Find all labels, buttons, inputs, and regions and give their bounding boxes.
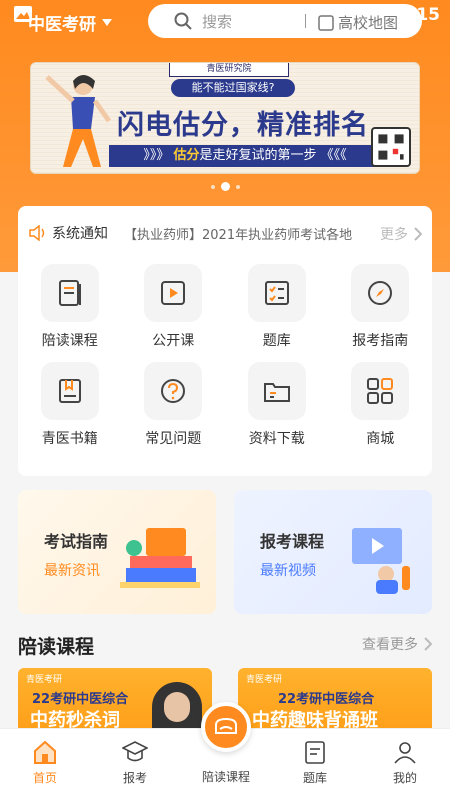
map-icon bbox=[318, 14, 334, 31]
illustration-person bbox=[45, 75, 112, 167]
tab-mine[interactable]: 我的 bbox=[370, 739, 440, 786]
books-icon bbox=[40, 362, 99, 420]
grid-item-shop[interactable]: 商城 bbox=[330, 362, 430, 448]
folder-icon bbox=[247, 362, 306, 420]
notice-message[interactable]: 【执业药师】2021年执业药师考试各地 bbox=[124, 224, 354, 243]
quick-access-card: 系统通知 【执业药师】2021年执业药师考试各地 更多 陪读课程 公开课 题库 bbox=[18, 206, 432, 476]
promo-banner[interactable]: 青医研究院 能不能过国家线? 闪电估分，精准排名 》》》 估分是走好复试的第一步… bbox=[30, 62, 420, 174]
compass-icon bbox=[351, 264, 410, 322]
promo-card-exam-guide[interactable]: 考试指南 最新资讯 bbox=[18, 490, 216, 614]
promo-title: 报考课程 bbox=[260, 532, 325, 551]
checklist-icon bbox=[247, 264, 306, 322]
grid-label: 常见问题 bbox=[145, 431, 202, 447]
banner-sub-prefix: 》》》 bbox=[143, 148, 170, 163]
speaker-icon bbox=[29, 225, 45, 241]
video-illustration bbox=[352, 528, 410, 594]
question-icon bbox=[144, 362, 203, 420]
pagination-dot-active[interactable] bbox=[220, 182, 230, 191]
system-notice[interactable]: 系统通知 【执业药师】2021年执业药师考试各地 更多 bbox=[28, 222, 422, 244]
banner-headline: 闪电估分，精准排名 bbox=[117, 110, 369, 141]
search-icon bbox=[174, 12, 192, 30]
promo-subtitle: 最新视频 bbox=[260, 563, 316, 579]
banner-tag: 能不能过国家线? bbox=[171, 79, 295, 97]
pagination-dot[interactable] bbox=[235, 184, 240, 189]
promo-card-courses[interactable]: 报考课程 最新视频 bbox=[234, 490, 432, 614]
section-title: 陪读课程 bbox=[18, 636, 95, 658]
course-line1: 22考研中医综合 bbox=[278, 692, 375, 707]
chevron-right-icon bbox=[424, 637, 432, 651]
document-icon bbox=[305, 741, 325, 764]
user-icon bbox=[394, 742, 416, 764]
tab-home[interactable]: 首页 bbox=[10, 739, 80, 786]
school-map-button[interactable]: 高校地图 bbox=[318, 12, 398, 33]
notice-more-label: 更多 bbox=[380, 227, 408, 243]
tab-label: 报考 bbox=[122, 771, 147, 785]
grid-label: 商城 bbox=[366, 431, 395, 447]
top-header: 中医考研 搜索 高校地图 bbox=[0, 0, 450, 44]
search-placeholder: 搜索 bbox=[202, 12, 233, 31]
grid-label: 青医书籍 bbox=[41, 431, 98, 447]
book-icon bbox=[40, 264, 99, 322]
search-bar[interactable]: 搜索 高校地图 bbox=[148, 4, 422, 38]
course-logo: 青医考研 bbox=[26, 675, 63, 685]
grid-item-faq[interactable]: 常见问题 bbox=[123, 362, 223, 448]
center-tab-label: 陪读课程 bbox=[201, 770, 250, 784]
grid-label: 题库 bbox=[262, 333, 291, 349]
sofa-icon bbox=[215, 717, 237, 734]
caret-down-icon bbox=[102, 19, 112, 26]
notice-more-link[interactable]: 更多 bbox=[380, 224, 422, 244]
banner-pagination bbox=[0, 182, 450, 191]
grid-item-courses[interactable]: 陪读课程 bbox=[20, 264, 120, 350]
grid-item-open-class[interactable]: 公开课 bbox=[123, 264, 223, 350]
tab-bank[interactable]: 题库 bbox=[280, 739, 350, 786]
tab-label: 题库 bbox=[302, 771, 327, 785]
grid-label: 资料下载 bbox=[248, 431, 305, 447]
tab-label: 我的 bbox=[392, 771, 417, 785]
school-map-label: 高校地图 bbox=[338, 14, 399, 32]
banner-sub-text: 是走好复试的第一步 bbox=[199, 148, 317, 163]
grid-item-question-bank[interactable]: 题库 bbox=[227, 264, 327, 350]
chevron-right-icon bbox=[414, 227, 422, 241]
grid-label: 陪读课程 bbox=[41, 333, 98, 349]
play-icon bbox=[144, 264, 203, 322]
banner-brand: 青医研究院 bbox=[169, 63, 289, 77]
subject-selector[interactable]: 中医考研 bbox=[28, 10, 112, 35]
search-divider bbox=[305, 14, 306, 28]
subject-label: 中医考研 bbox=[28, 15, 96, 35]
center-tab-button[interactable] bbox=[201, 702, 251, 752]
tab-exam[interactable]: 报考 bbox=[100, 739, 170, 786]
grid-icon bbox=[351, 362, 410, 420]
notice-title: 系统通知 bbox=[52, 226, 108, 242]
promo-subtitle: 最新资讯 bbox=[44, 563, 100, 579]
pagination-dot[interactable] bbox=[210, 184, 215, 189]
banner-subline: 》》》 估分是走好复试的第一步 《《《 bbox=[109, 145, 381, 167]
promo-title: 考试指南 bbox=[44, 532, 109, 551]
tab-label: 首页 bbox=[32, 771, 57, 785]
feature-grid: 陪读课程 公开课 题库 报考指南 青医书籍 常见问题 资料下载 商城 bbox=[18, 264, 432, 448]
grid-item-books[interactable]: 青医书籍 bbox=[20, 362, 120, 448]
grid-label: 公开课 bbox=[152, 333, 195, 349]
grid-label: 报考指南 bbox=[352, 333, 409, 349]
books-illustration bbox=[120, 528, 200, 588]
grid-item-downloads[interactable]: 资料下载 bbox=[227, 362, 327, 448]
home-icon bbox=[34, 740, 56, 764]
banner-sub-highlight: 估分 bbox=[173, 148, 200, 163]
course-line1: 22考研中医综合 bbox=[32, 692, 129, 707]
course-logo: 青医考研 bbox=[246, 675, 283, 685]
graduation-cap-icon bbox=[122, 741, 148, 762]
banner-sub-suffix: 《《《 bbox=[320, 148, 347, 163]
qr-code bbox=[371, 127, 411, 167]
grid-item-guide[interactable]: 报考指南 bbox=[330, 264, 430, 350]
section-more-label: 查看更多 bbox=[362, 637, 418, 653]
section-more-link[interactable]: 查看更多 bbox=[362, 634, 432, 654]
